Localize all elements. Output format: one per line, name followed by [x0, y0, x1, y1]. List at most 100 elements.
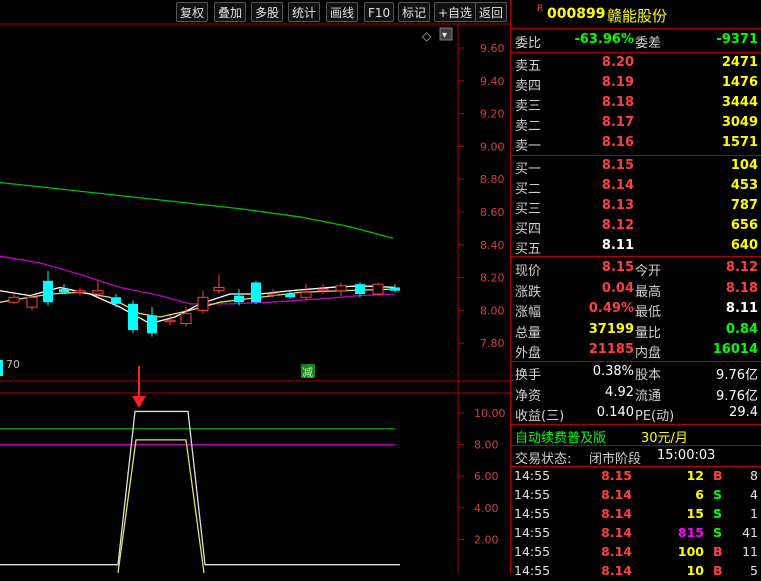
bid-label: 买五: [515, 242, 542, 257]
tick-count: 5: [750, 563, 758, 578]
price-tick-label: 9.40: [480, 75, 505, 88]
ask-price: 8.19: [601, 75, 634, 90]
bid-row: 买五 8.11 640: [511, 236, 761, 257]
fundamental-label: 收益(三): [515, 409, 565, 424]
quote-value: 8.11: [725, 301, 758, 316]
fundamental-label: 换手: [515, 368, 542, 383]
candle-body-up: [197, 296, 209, 311]
weicha-label: 委差: [635, 36, 662, 51]
fundamental-value: 4.92: [605, 384, 634, 400]
weicha-value: -9371: [716, 32, 758, 47]
fundamental-row: 换手 0.38% 股本 9.76亿: [511, 362, 761, 383]
quote-label: 最高: [635, 284, 662, 300]
status-phase: 闭市阶段: [589, 452, 642, 467]
fundamental-value: 9.76亿: [716, 368, 758, 383]
tick-volume: 815: [677, 525, 704, 540]
quote-value: 21185: [588, 342, 634, 357]
fundamental-row: 净资 4.92 流通 9.76亿: [511, 383, 761, 404]
weibi-value: -63.96%: [574, 32, 634, 47]
kline-chart[interactable]: 9.60 9.40 9.20 9.00 8.80 8.60 8.40 8.20 8.00 7.80…: [0, 0, 510, 573]
bid-row: 买四 8.12 656: [511, 216, 761, 237]
price-tick-label: 9.00: [480, 140, 505, 153]
quote-label: 内盘: [635, 346, 662, 361]
ask-label: 卖二: [515, 119, 542, 134]
weibi-label: 委比: [515, 36, 542, 51]
tick-price: 8.14: [601, 563, 632, 578]
candle-body-down: [147, 315, 157, 334]
candle-body-up: [74, 290, 86, 293]
status-time: 15:00:03: [657, 448, 716, 463]
candle-body-down: [390, 287, 400, 291]
indicator-tick-label: 10.00: [474, 407, 506, 420]
diamond-icon[interactable]: ◇: [422, 29, 432, 43]
quote-value: 0.49%: [588, 301, 634, 316]
quote-label: 总量: [515, 325, 542, 341]
tick-time: 14:55: [514, 506, 551, 521]
bid-label: 买一: [515, 162, 542, 177]
bid-label: 买四: [515, 222, 542, 237]
ask-volume: 1571: [721, 135, 758, 150]
quote-row: 涨跌 0.04 最高 8.18: [511, 279, 761, 300]
quote-value: 0.04: [601, 280, 634, 296]
tick-time: 14:55: [514, 468, 551, 483]
fundamental-label: 流通: [635, 388, 662, 404]
candle-body-down: [285, 294, 295, 298]
tick-side: S: [713, 487, 723, 502]
ask-row: 卖三 8.18 3444: [511, 93, 761, 114]
tick-volume: 12: [686, 468, 704, 483]
ask-label: 卖一: [515, 139, 542, 154]
price-tick-label: 8.40: [480, 239, 505, 252]
left-bar-marker: [0, 360, 3, 376]
quote-label: 今开: [635, 264, 662, 279]
tick-row: 14:55 8.14 15 S 1: [511, 505, 761, 524]
price-tick-label: 9.20: [480, 108, 505, 121]
candle-body-down: [355, 284, 365, 294]
bid-price: 8.15: [601, 158, 634, 173]
candle-body-down: [111, 297, 121, 304]
fundamental-value: 9.76亿: [716, 388, 758, 404]
tick-time: 14:55: [514, 487, 551, 502]
quote-row: 总量 37199 量比 0.84: [511, 320, 761, 341]
bid-label: 买二: [515, 182, 542, 197]
tick-count: 41: [742, 525, 758, 540]
tick-row: 14:55 8.14 10 B 5: [511, 562, 761, 581]
ma-line-magenta: [0, 255, 396, 305]
bid-row: 买二 8.14 453: [511, 176, 761, 197]
candle-body-down: [59, 289, 69, 293]
price-tick-label: 7.80: [480, 337, 505, 350]
tick-price: 8.14: [601, 544, 632, 559]
ask-row: 卖四 8.19 1476: [511, 73, 761, 94]
quote-value: 8.12: [725, 260, 758, 275]
quote-label: 涨跌: [515, 284, 542, 300]
tick-count: 1: [750, 506, 758, 521]
tick-volume: 15: [686, 506, 704, 521]
fundamental-row: 收益(三) 0.140 PE(动) 29.4: [511, 403, 761, 424]
ask-label: 卖五: [515, 59, 542, 74]
left-label: 70: [6, 358, 20, 371]
promo-row[interactable]: 自动续费普及版 30元/月: [511, 425, 761, 446]
tick-row: 14:55 8.14 6 S 4: [511, 486, 761, 505]
candlesticks: [8, 271, 400, 337]
fundamental-value: 29.4: [729, 405, 758, 420]
tick-side: B: [713, 468, 723, 483]
price-axis: 9.60 9.40 9.20 9.00 8.80 8.60 8.40 8.20 8.00 7.80: [458, 42, 505, 350]
signal-arrow-icon: [132, 396, 146, 408]
bid-price: 8.12: [601, 218, 634, 233]
divider: [511, 256, 761, 257]
bid-volume: 640: [730, 238, 758, 253]
candle-body-up: [213, 286, 225, 292]
fundamental-label: PE(动): [635, 409, 675, 424]
status-label: 交易状态:: [515, 452, 572, 467]
tick-side: S: [713, 506, 723, 521]
stock-name: 赣能股份: [607, 7, 668, 25]
promo-text[interactable]: 自动续费普及版: [515, 427, 606, 446]
quote-label: 量比: [635, 325, 662, 341]
bid-volume: 656: [730, 218, 758, 233]
promo-price[interactable]: 30元/月: [641, 427, 688, 446]
price-tick-label: 8.00: [480, 304, 505, 317]
ask-label: 卖四: [515, 79, 542, 94]
indicator-tick-label: 8.00: [474, 439, 499, 452]
tick-price: 8.15: [601, 468, 632, 483]
tick-time: 14:55: [514, 525, 551, 540]
tick-time: 14:55: [514, 544, 551, 559]
